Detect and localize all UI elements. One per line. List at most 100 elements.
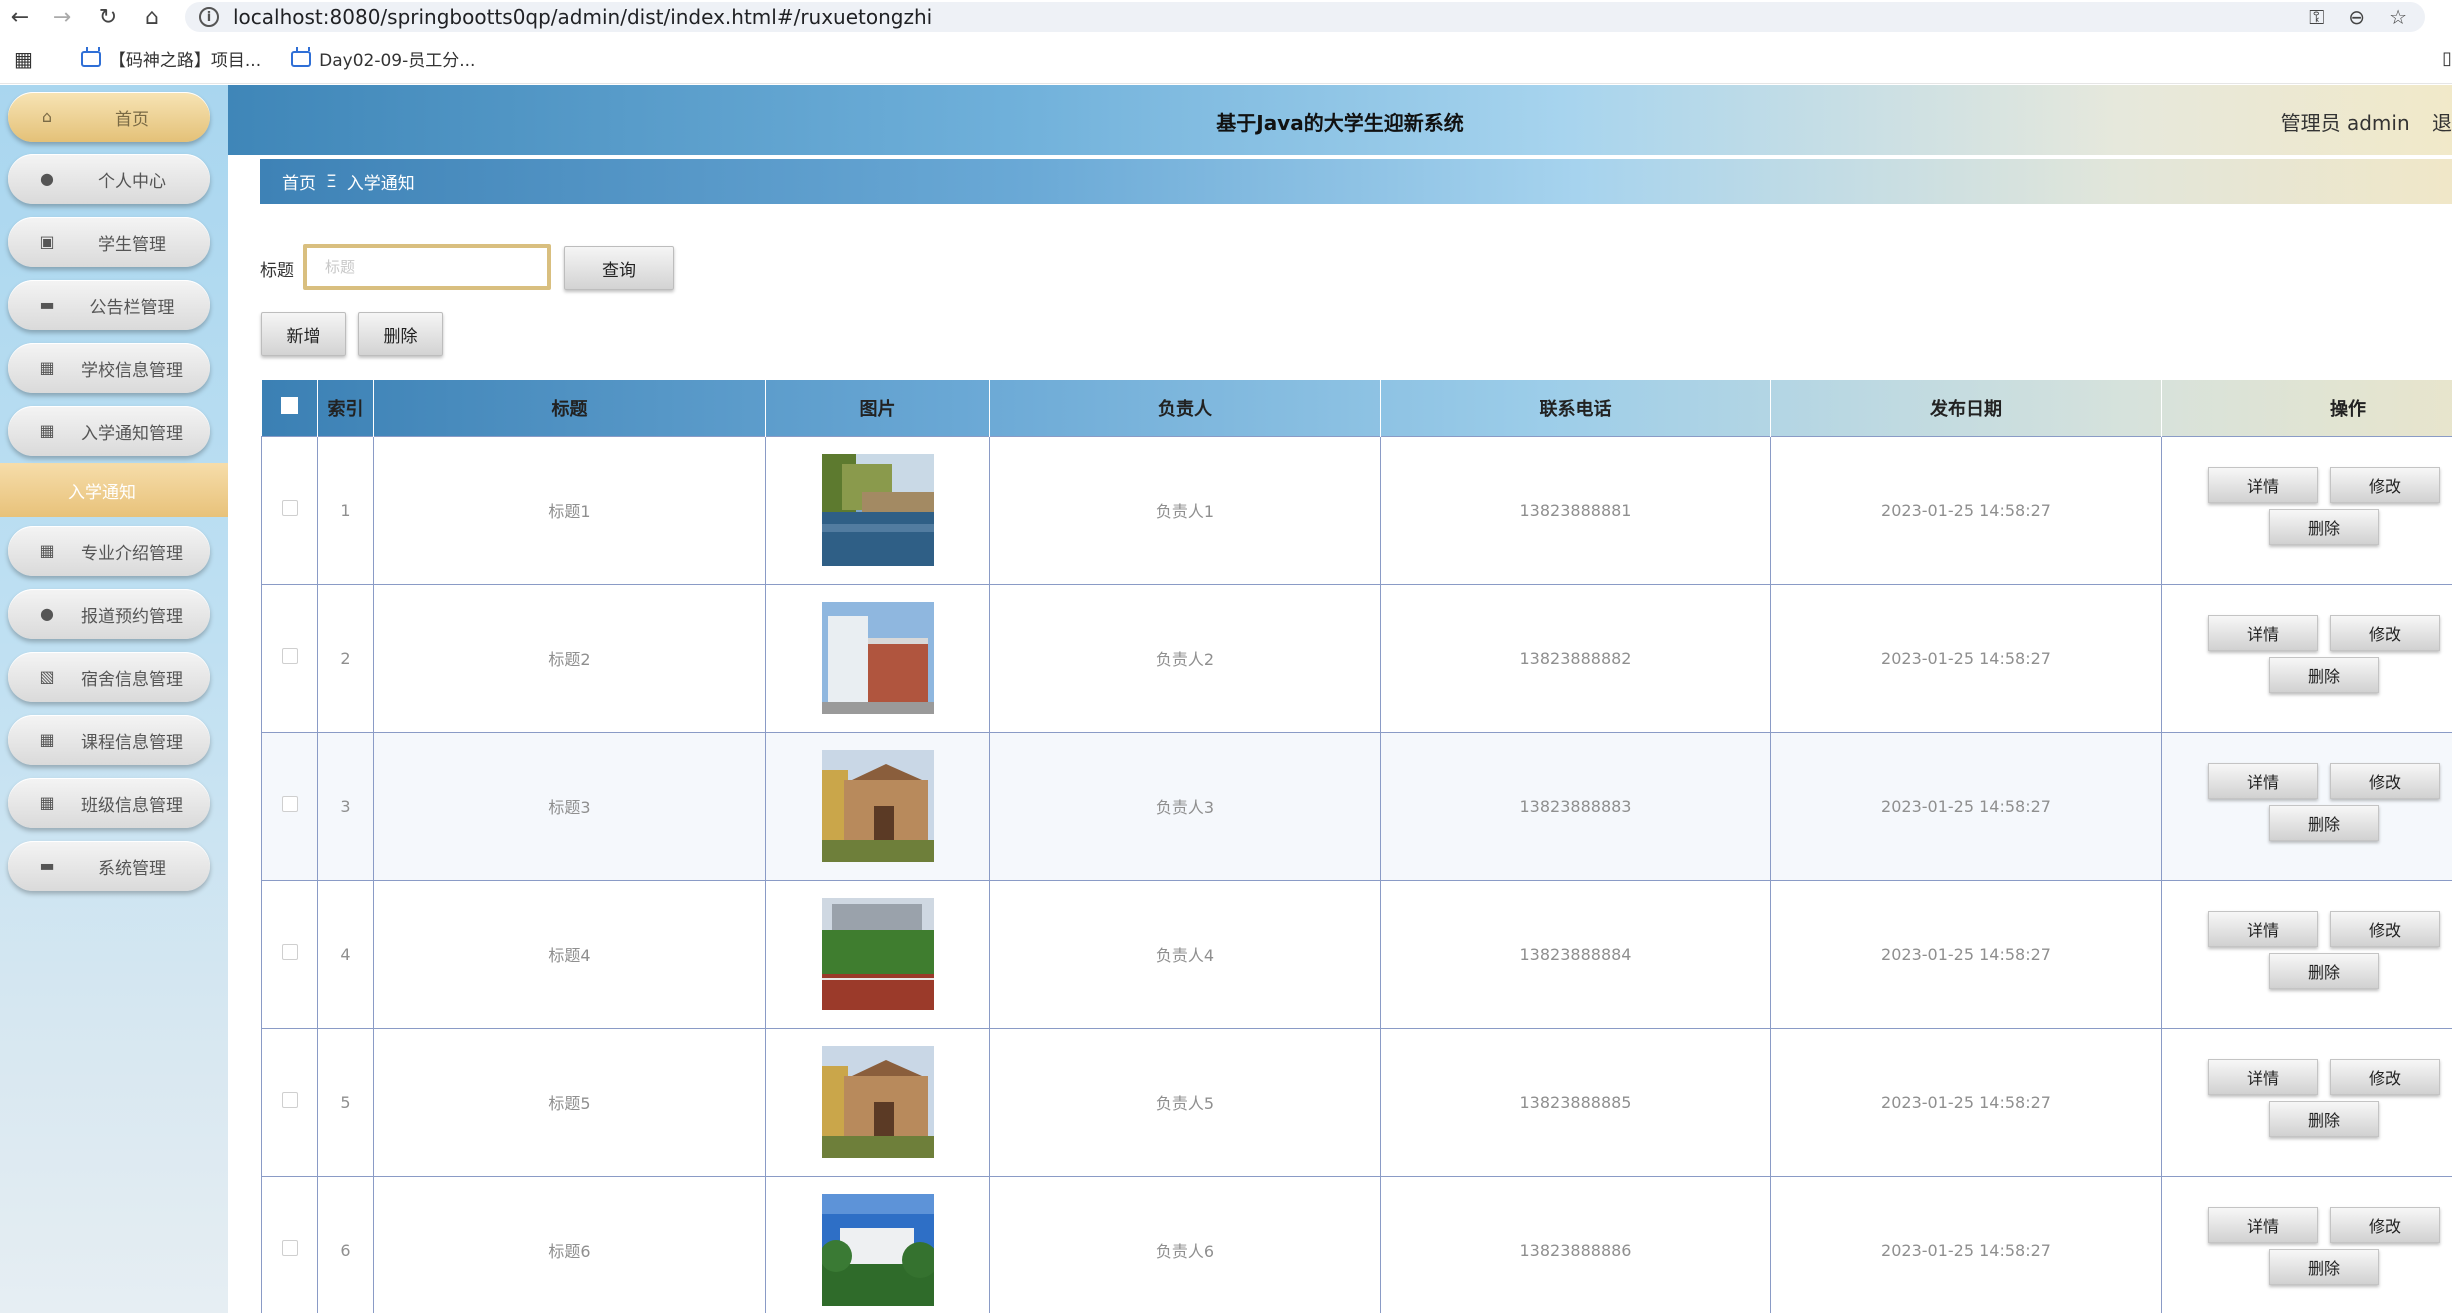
sidebar-item[interactable]: ▬ 系统管理 — [8, 841, 210, 891]
user-name: 管理员 admin — [2280, 111, 2410, 135]
star-icon[interactable]: ☆ — [2389, 5, 2407, 29]
row-delete-button[interactable]: 删除 — [2269, 656, 2379, 693]
image-cell — [765, 435, 990, 585]
sidebar-item[interactable]: ▦ 学校信息管理 — [8, 343, 210, 393]
row-select-cell[interactable] — [261, 1175, 318, 1313]
actions-cell: 详情 修改删除 — [2161, 879, 2452, 1029]
detail-button[interactable]: 详情 — [2208, 1206, 2318, 1243]
edit-button[interactable]: 修改 — [2330, 1058, 2440, 1095]
edit-button[interactable]: 修改 — [2330, 614, 2440, 651]
edit-button[interactable]: 修改 — [2330, 466, 2440, 503]
info-icon[interactable]: i — [199, 7, 219, 27]
home-icon[interactable]: ⌂ — [138, 3, 166, 31]
key-icon[interactable]: ⚿ — [2309, 5, 2324, 29]
detail-button[interactable]: 详情 — [2208, 762, 2318, 799]
url-text: localhost:8080/springbootts0qp/admin/dis… — [233, 5, 933, 29]
sidebar-item-label: 班级信息管理 — [81, 795, 183, 816]
index-cell: 4 — [317, 879, 374, 1029]
sidebar-item[interactable]: ▦ 专业介绍管理 — [8, 526, 210, 576]
actions-cell: 详情 修改删除 — [2161, 1027, 2452, 1177]
phone-cell: 13823888885 — [1380, 1027, 1771, 1177]
logout-link[interactable]: 退 — [2432, 111, 2452, 135]
owner-cell: 负责人6 — [989, 1175, 1381, 1313]
sidebar-item[interactable]: ● 报道预约管理 — [8, 589, 210, 639]
query-button[interactable]: 查询 — [564, 246, 674, 290]
sidebar-item[interactable]: ▦ 入学通知管理 — [8, 406, 210, 456]
back-icon[interactable]: ← — [6, 3, 34, 31]
sidebar-item[interactable]: ▦ 课程信息管理 — [8, 715, 210, 765]
detail-button[interactable]: 详情 — [2208, 614, 2318, 651]
bookmark-item[interactable]: 【码神之路】项目... — [80, 46, 261, 71]
row-checkbox[interactable] — [281, 500, 298, 516]
bookmark-item[interactable]: Day02-09-员工分... — [291, 46, 475, 71]
row-checkbox[interactable] — [281, 1092, 298, 1108]
image-cell — [765, 879, 990, 1029]
breadcrumb-current: 入学通知 — [346, 174, 415, 194]
detail-button[interactable]: 详情 — [2208, 1058, 2318, 1095]
row-thumbnail — [821, 1194, 934, 1306]
table-header-row: 索引 标题 图片 负责人 联系电话 发布日期 操作 — [261, 380, 2452, 436]
row-thumbnail — [821, 454, 934, 566]
row-delete-button[interactable]: 删除 — [2269, 1248, 2379, 1285]
sidebar-item-label: 入学通知管理 — [81, 423, 183, 444]
search-input[interactable] — [303, 244, 551, 290]
row-checkbox[interactable] — [281, 1240, 298, 1256]
address-bar[interactable]: i localhost:8080/springbootts0qp/admin/d… — [185, 2, 2425, 32]
zoom-icon[interactable]: ⊖ — [2348, 5, 2365, 29]
breadcrumb-separator: Ξ — [326, 171, 337, 192]
row-checkbox[interactable] — [281, 944, 298, 960]
sidebar-toggle-icon[interactable]: ▯ — [2442, 48, 2452, 69]
sidebar-item[interactable]: ▣ 学生管理 — [8, 217, 210, 267]
select-all-checkbox[interactable] — [280, 396, 298, 414]
sidebar-item-label: 首页 — [115, 109, 149, 130]
sidebar-item[interactable]: ● 个人中心 — [8, 154, 210, 204]
row-checkbox[interactable] — [281, 648, 298, 664]
sidebar-item[interactable]: ▦ 班级信息管理 — [8, 778, 210, 828]
row-select-cell[interactable] — [261, 583, 318, 733]
edit-button[interactable]: 修改 — [2330, 910, 2440, 947]
phone-cell: 13823888883 — [1380, 731, 1771, 881]
detail-button[interactable]: 详情 — [2208, 466, 2318, 503]
owner-cell: 负责人1 — [989, 435, 1381, 585]
table-row: 6 标题6 负责人6 13823888886 2023-01-25 14:58:27 详情… — [261, 1175, 2452, 1313]
delete-button[interactable]: 删除 — [358, 312, 443, 356]
row-select-cell[interactable] — [261, 731, 318, 881]
sidebar-item[interactable]: ⌂ 首页 — [8, 92, 210, 142]
image-cell — [765, 1027, 990, 1177]
row-delete-button[interactable]: 删除 — [2269, 1100, 2379, 1137]
edit-button[interactable]: 修改 — [2330, 762, 2440, 799]
title-cell: 标题4 — [373, 879, 766, 1029]
row-select-cell[interactable] — [261, 879, 318, 1029]
sidebar-item[interactable]: ▬ 公告栏管理 — [8, 280, 210, 330]
forward-icon[interactable]: → — [48, 3, 76, 31]
select-all-header[interactable] — [261, 380, 318, 436]
reload-icon[interactable]: ↻ — [94, 3, 122, 31]
sidebar-subitem-active[interactable]: 入学通知 — [0, 463, 228, 517]
row-select-cell[interactable] — [261, 435, 318, 585]
table-row: 2 标题2 负责人2 13823888882 2023-01-25 14:58:27 详情… — [261, 583, 2452, 733]
actions-cell: 详情 修改删除 — [2161, 435, 2452, 585]
sidebar-item[interactable]: ▧ 宿舍信息管理 — [8, 652, 210, 702]
sidebar-item-label: 公告栏管理 — [89, 297, 175, 318]
add-button[interactable]: 新增 — [261, 312, 346, 356]
row-checkbox[interactable] — [281, 796, 298, 812]
breadcrumb: 首页 Ξ 入学通知 — [260, 159, 2452, 204]
detail-button[interactable]: 详情 — [2208, 910, 2318, 947]
sidebar-subitem-label: 入学通知 — [68, 482, 136, 503]
title-cell: 标题2 — [373, 583, 766, 733]
row-delete-button[interactable]: 删除 — [2269, 804, 2379, 841]
edit-button[interactable]: 修改 — [2330, 1206, 2440, 1243]
apps-icon[interactable]: ▦ — [14, 47, 33, 71]
breadcrumb-home[interactable]: 首页 — [282, 169, 316, 194]
index-cell: 3 — [317, 731, 374, 881]
owner-cell: 负责人5 — [989, 1027, 1381, 1177]
row-delete-button[interactable]: 删除 — [2269, 952, 2379, 989]
row-thumbnail — [821, 602, 934, 714]
row-delete-button[interactable]: 删除 — [2269, 508, 2379, 545]
actions-cell: 详情 修改删除 — [2161, 731, 2452, 881]
app-header: 基于Java的大学生迎新系统 管理员 admin 退 — [228, 85, 2452, 155]
data-table-container: 索引 标题 图片 负责人 联系电话 发布日期 操作 1 标题1 负责人1 138238… — [261, 380, 2452, 1313]
title-cell: 标题1 — [373, 435, 766, 585]
row-select-cell[interactable] — [261, 1027, 318, 1177]
column-header: 标题 — [373, 380, 766, 436]
